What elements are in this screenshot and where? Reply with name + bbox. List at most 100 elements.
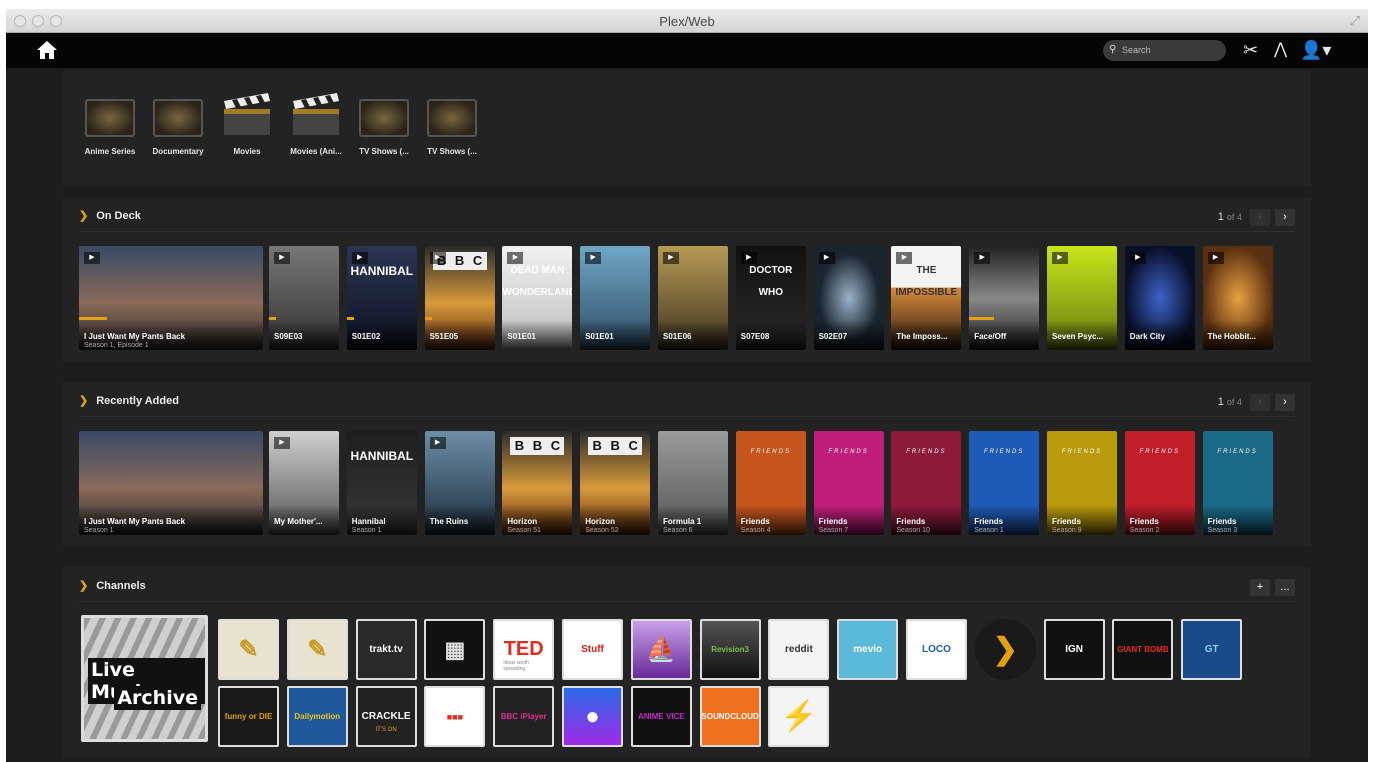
media-card[interactable]: ▶ The Ruins (424, 431, 495, 535)
search-placeholder: Search (1122, 45, 1151, 55)
friends-logo: FRIENDS (906, 449, 947, 455)
channel-tile[interactable]: Stuff (562, 619, 623, 680)
channel-tile[interactable]: ■■■ (424, 686, 486, 747)
media-card[interactable]: DEAD MAN WONDERLAND ▶ S01E01 (502, 246, 573, 350)
card-title: Face/Off (974, 332, 1007, 341)
pager-prev-button[interactable]: ‹ (1250, 209, 1270, 226)
media-card[interactable]: ▶ S02E07 (813, 246, 884, 350)
home-icon[interactable] (36, 39, 58, 61)
pager-next-button[interactable]: › (1275, 209, 1295, 226)
channel-tile[interactable]: Revision3 (699, 619, 761, 680)
play-icon: ▶ (429, 437, 446, 449)
card-title: The Hobbit... (1207, 332, 1257, 341)
channel-live-music-archive[interactable]: Live Music Archive (81, 615, 208, 742)
bbc-logo: BBC (588, 437, 643, 455)
friends-logo: FRIENDS (984, 449, 1025, 455)
media-card[interactable]: ▶ S09E03 (269, 246, 339, 350)
card-subtitle: Season 4 (740, 527, 771, 534)
library-tile[interactable]: TV Shows (... (423, 93, 481, 156)
channel-tile[interactable]: Dailymotion (286, 686, 348, 747)
channel-tile[interactable]: trakt.tv (355, 619, 417, 680)
channel-label: ANIME VICE (637, 712, 685, 721)
poster-title: THE IMPOSSIBLE (895, 265, 958, 298)
media-card[interactable]: ▶ S01E01 (580, 246, 651, 350)
channels-header[interactable]: ❯ Channels (79, 579, 146, 601)
pager-prev-button[interactable]: ‹ (1250, 394, 1270, 411)
chevron-right-icon: ❯ (79, 210, 89, 222)
media-card[interactable]: B B C Horizon Season 51 (502, 431, 573, 535)
library-label: Movies (Ani... (290, 147, 342, 156)
media-card[interactable]: Formula 1 Season 6 (658, 431, 728, 535)
channel-tile[interactable]: BBC iPlayer (493, 686, 555, 747)
media-card[interactable]: FRIENDS Friends Season 9 (1047, 431, 1117, 535)
media-card[interactable]: BBC▶S51E05 (424, 246, 495, 350)
channel-tile[interactable]: CRACKLE IT'S ON (355, 686, 417, 747)
channel-tile[interactable]: SOUNDCLOUD (699, 686, 761, 747)
media-card[interactable]: ▶ S01E06 (658, 246, 728, 350)
channel-tile[interactable]: LOCO (906, 619, 967, 680)
channel-label: trakt.tv (369, 644, 403, 655)
card-subtitle: Season 10 (896, 527, 930, 534)
more-options-button[interactable]: ... (1275, 579, 1295, 596)
media-card[interactable]: HANNIBAL Hannibal Season 1 (346, 431, 417, 535)
recently-added-header[interactable]: ❯ Recently Added (79, 394, 179, 416)
media-card[interactable]: I Just Want My Pants Back Season 1 (79, 431, 263, 535)
channel-label: GIANT BOMB (1117, 645, 1169, 654)
tools-icon[interactable]: ✂ (1243, 39, 1258, 61)
pager-current: 1 (1217, 396, 1224, 408)
channel-tile[interactable]: mevio (837, 619, 899, 680)
tv-icon (425, 93, 479, 137)
channel-logo-icon: ▦ (444, 636, 466, 662)
media-card[interactable]: ▶ I Just Want My Pants Back Season 1, Epis… (79, 246, 263, 350)
tv-screen (153, 99, 203, 137)
on-deck-header[interactable]: ❯ On Deck (79, 209, 141, 231)
media-card[interactable]: THE IMPOSSIBLE ▶ The Imposs... (891, 246, 962, 350)
bbc-logo: BBC (510, 437, 565, 455)
library-tile[interactable]: Documentary (149, 93, 207, 156)
channel-tile[interactable]: ANIME VICE (630, 686, 692, 747)
library-tile[interactable]: TV Shows (... (355, 93, 413, 156)
pager-next-button[interactable]: › (1275, 394, 1295, 411)
media-card[interactable]: ▶ Face/Off (969, 246, 1040, 350)
channel-tile[interactable]: ⛵ (630, 619, 692, 680)
media-card[interactable]: FRIENDS Friends Season 2 (1124, 431, 1195, 535)
fullscreen-icon[interactable]: ⤢ (1350, 13, 1360, 29)
media-card[interactable]: ▶ My Mother'... (269, 431, 339, 535)
channel-tile[interactable]: reddit (768, 619, 830, 680)
channel-tile[interactable]: ❯ (974, 619, 1036, 680)
channel-logo-icon: ■■■ (446, 711, 464, 722)
media-card[interactable]: FRIENDS Friends Season 10 (891, 431, 962, 535)
media-card[interactable]: FRIENDS Friends Season 3 (1202, 431, 1273, 535)
user-menu-icon[interactable]: 👤▾ (1300, 39, 1331, 61)
search-input[interactable]: ⚲ Search (1103, 40, 1226, 61)
activity-icon[interactable]: ⋀ (1274, 39, 1287, 61)
library-tile[interactable]: Movies (218, 93, 276, 156)
media-card[interactable]: ▶ Seven Psyc... (1047, 246, 1117, 350)
media-card[interactable]: ▶ Dark City (1124, 246, 1195, 350)
channel-tile[interactable]: ● (562, 686, 623, 747)
media-card[interactable]: HANNIBAL ▶ S01E02 (346, 246, 417, 350)
media-card[interactable]: DOCTOR WHO ▶ S07E08 (735, 246, 806, 350)
channel-tile[interactable]: ✎ (218, 619, 279, 680)
library-tile[interactable]: Anime Series (81, 93, 139, 156)
channel-tile[interactable]: ✎ (286, 619, 348, 680)
channel-tile[interactable]: GT (1181, 619, 1243, 680)
channel-tile[interactable]: TED Ideas worth spreading (493, 619, 555, 680)
channel-tile[interactable]: IGN (1043, 619, 1105, 680)
channel-tile[interactable]: ⚡ (768, 686, 830, 747)
channel-tile[interactable]: ▦ (424, 619, 486, 680)
play-icon: ▶ (585, 252, 602, 264)
add-channel-button[interactable]: + (1250, 579, 1270, 596)
media-card[interactable]: FRIENDS Friends Season 4 (735, 431, 806, 535)
libraries-panel: Anime Series Documentary Movies Movies (Ani… (63, 71, 1311, 187)
tv-screen (85, 99, 135, 137)
media-card[interactable]: ▶ The Hobbit... (1202, 246, 1273, 350)
channel-tile[interactable]: funny or DIE (218, 686, 279, 747)
channel-title-line2: Archive (114, 686, 201, 710)
window-titlebar: Plex/Web ⤢ (6, 9, 1368, 33)
media-card[interactable]: B B C Horizon Season 52 (580, 431, 651, 535)
library-tile[interactable]: Movies (Ani... (287, 93, 345, 156)
media-card[interactable]: FRIENDS Friends Season 7 (813, 431, 884, 535)
channel-tile[interactable]: GIANT BOMB (1112, 619, 1174, 680)
media-card[interactable]: FRIENDS Friends Season 1 (969, 431, 1040, 535)
